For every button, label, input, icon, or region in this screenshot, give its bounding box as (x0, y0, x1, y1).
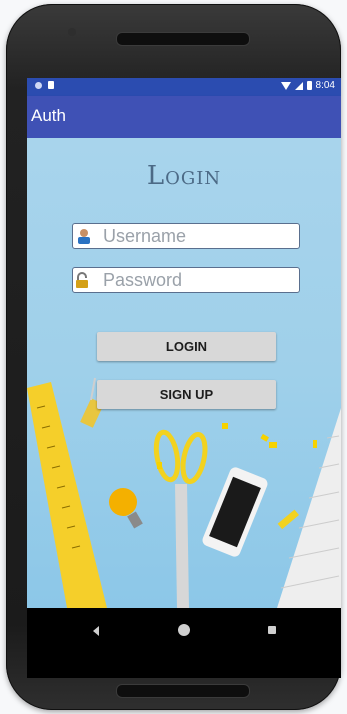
sim-card-icon (48, 81, 54, 89)
lightbulb (109, 488, 143, 529)
user-icon (78, 229, 90, 244)
login-content: Login LOGIN SIGN UP (27, 138, 341, 608)
status-right: 8:04 (280, 80, 335, 91)
lock-icon (76, 272, 88, 288)
back-icon[interactable] (93, 626, 99, 636)
signal-icon (294, 81, 303, 90)
notification-dot-icon (35, 81, 42, 89)
login-heading: Login (146, 161, 222, 191)
login-button[interactable]: LOGIN (97, 332, 276, 361)
status-left (35, 81, 54, 89)
recent-apps-icon[interactable] (268, 626, 276, 634)
home-icon[interactable] (178, 624, 190, 636)
password-input[interactable] (103, 268, 293, 292)
navigation-bar (27, 608, 341, 653)
front-camera (68, 28, 76, 36)
signup-button[interactable]: SIGN UP (97, 380, 276, 409)
phone-frame: 8:04 Auth Login Username LOGIN SIGN UP (6, 4, 341, 710)
username-input[interactable] (103, 224, 293, 248)
app-bar: Auth (27, 96, 341, 138)
password-field[interactable] (72, 267, 300, 293)
status-time: 8:04 (315, 80, 335, 91)
top-speaker (116, 32, 250, 46)
wifi-icon (280, 81, 291, 90)
keyboard (277, 408, 341, 608)
smartphone (202, 467, 268, 557)
bottom-speaker (116, 684, 250, 698)
status-bar: 8:04 (27, 78, 341, 96)
scissors (153, 429, 208, 608)
screen: 8:04 Auth Login Username LOGIN SIGN UP (27, 78, 341, 678)
background-illustration (27, 377, 341, 608)
battery-icon (306, 81, 312, 90)
app-title: Auth (31, 106, 66, 125)
username-field[interactable] (72, 223, 300, 249)
